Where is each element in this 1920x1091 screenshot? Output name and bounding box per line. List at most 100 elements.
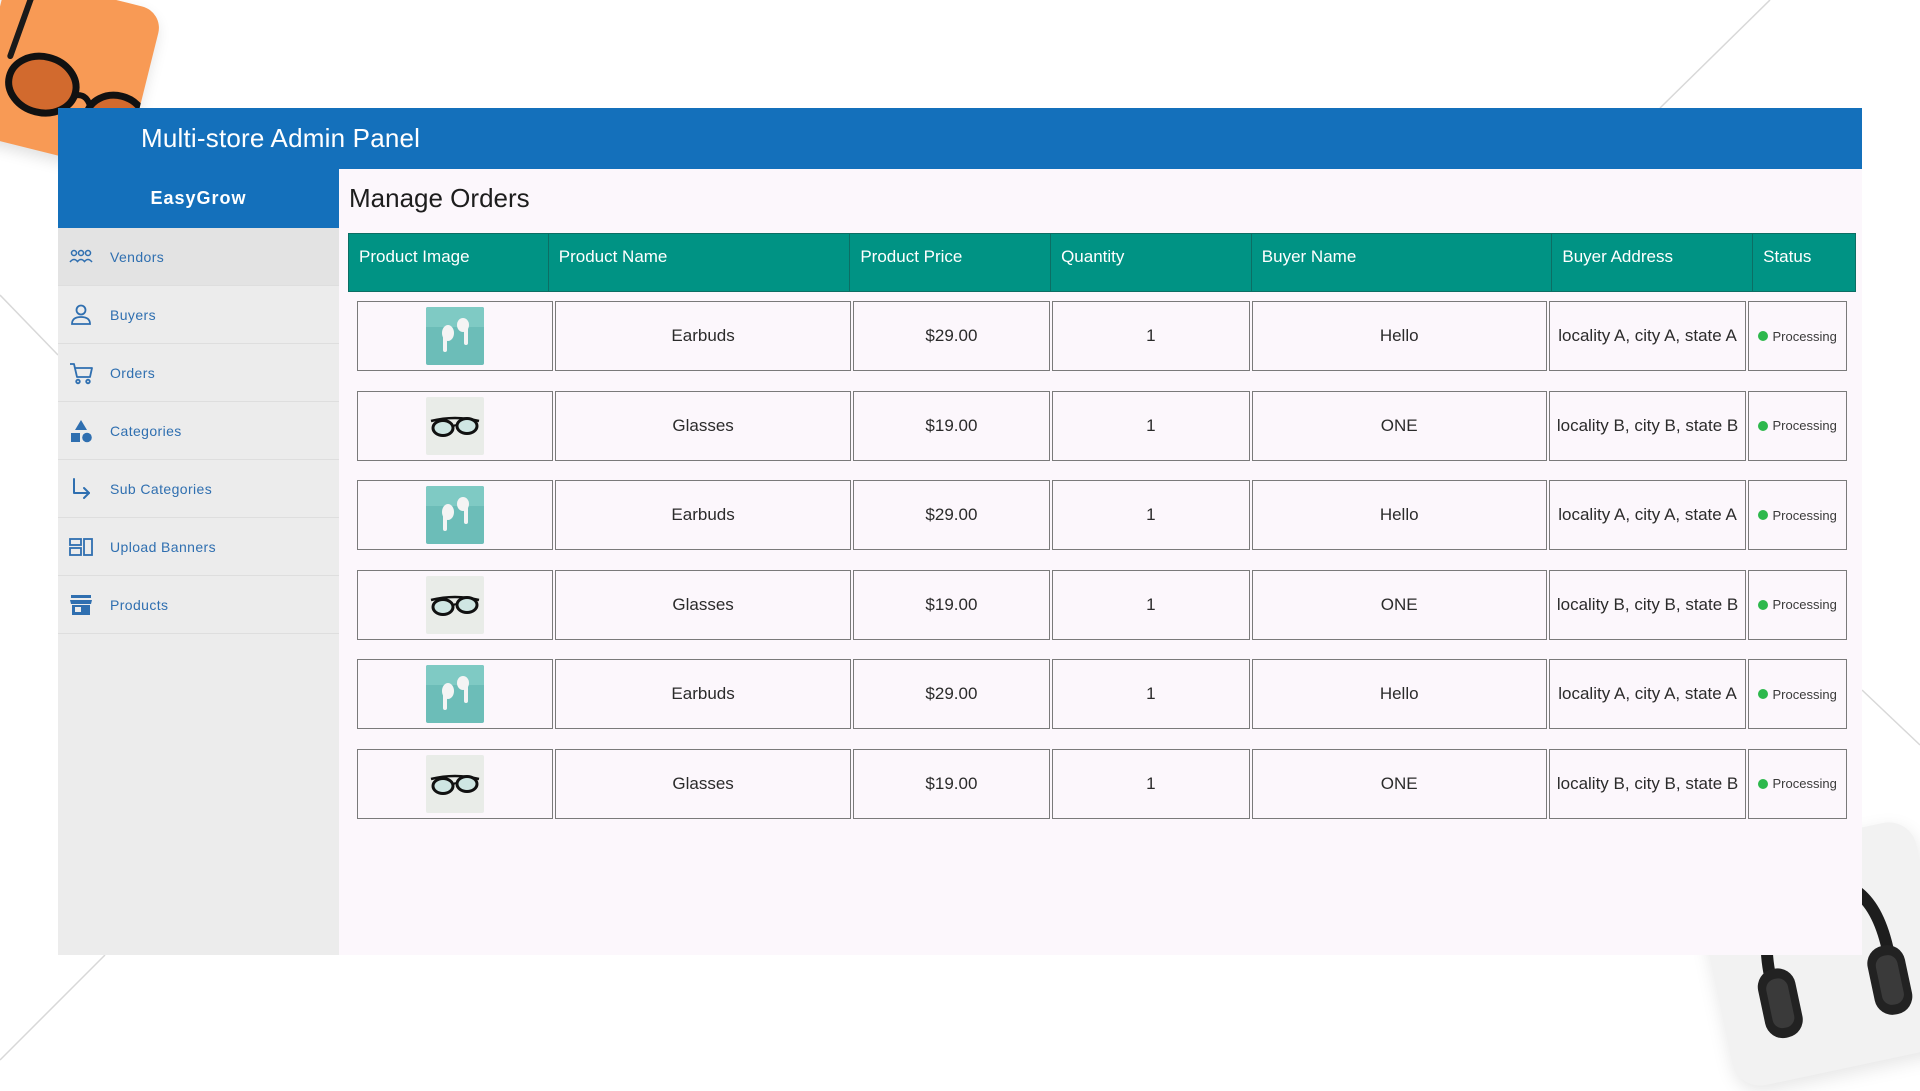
orders-table-body: Earbuds $29.00 1 Hello locality A, city A, s… <box>357 301 1848 839</box>
status-badge: Processing <box>1758 418 1837 434</box>
buyer-name-cell: Hello <box>1251 480 1547 551</box>
sidebar-item-label: Sub Categories <box>110 480 213 497</box>
product-price-cell: $29.00 <box>852 480 1051 551</box>
status-badge: Processing <box>1758 507 1837 523</box>
cart-icon <box>70 362 93 384</box>
table-row[interactable]: Glasses $19.00 1 ONE locality B, city B, sta… <box>357 390 1848 461</box>
app-title: Multi-store Admin Panel <box>141 123 421 153</box>
status-text: Processing <box>1772 328 1837 344</box>
product-image-cell <box>357 659 554 730</box>
buyer-address-cell: locality A, city A, state A <box>1548 480 1747 551</box>
buyer-name-cell: Hello <box>1251 659 1547 730</box>
quantity-cell: 1 <box>1052 301 1250 371</box>
status-text: Processing <box>1772 776 1837 792</box>
earbuds-thumbnail <box>426 307 485 365</box>
table-header: Product Image Product Name Product Price… <box>348 233 1856 292</box>
sidebar-item-products[interactable]: Products <box>58 576 339 634</box>
buyer-address-cell: locality B, city B, state B <box>1548 748 1747 819</box>
banner-icon <box>69 537 93 556</box>
status-dot-icon <box>1758 420 1769 431</box>
brand-name: EasyGrow <box>58 169 339 228</box>
sidebar-item-upload-banners[interactable]: Upload Banners <box>58 518 339 576</box>
quantity-cell: 1 <box>1052 480 1250 551</box>
sidebar-item-orders[interactable]: Orders <box>58 344 339 402</box>
status-cell: Processing <box>1748 480 1848 551</box>
buyer-address-cell: locality B, city B, state B <box>1548 569 1747 640</box>
product-price-cell: $19.00 <box>852 569 1051 640</box>
product-image-cell <box>357 390 554 461</box>
column-header-product-price: Product Price <box>850 234 1052 291</box>
glasses-thumbnail <box>426 396 485 455</box>
main-content: Manage Orders Product Image Product Name… <box>339 169 1862 955</box>
quantity-cell: 1 <box>1052 390 1250 461</box>
status-badge: Processing <box>1758 776 1837 792</box>
status-text: Processing <box>1772 507 1837 523</box>
status-text: Processing <box>1772 686 1837 702</box>
person-icon <box>71 304 91 325</box>
sidebar-item-categories[interactable]: Categories <box>58 402 339 460</box>
earbuds-thumbnail <box>426 486 485 545</box>
product-price-cell: $29.00 <box>852 659 1051 730</box>
product-price-cell: $19.00 <box>852 390 1051 461</box>
status-cell: Processing <box>1748 301 1848 371</box>
status-text: Processing <box>1772 597 1837 613</box>
glasses-thumbnail <box>426 575 485 634</box>
sidebar-item-sub-categories[interactable]: Sub Categories <box>58 460 339 518</box>
product-name-cell: Earbuds <box>555 480 851 551</box>
buyer-address-cell: locality A, city A, state A <box>1548 301 1747 371</box>
column-header-product-image: Product Image <box>349 234 549 291</box>
store-icon <box>70 594 92 615</box>
status-badge: Processing <box>1758 328 1837 344</box>
page-title: Manage Orders <box>349 183 530 213</box>
table-row[interactable]: Earbuds $29.00 1 Hello locality A, city A, s… <box>357 301 1848 371</box>
table-row[interactable]: Earbuds $29.00 1 Hello locality A, city A, s… <box>357 480 1848 551</box>
product-image-cell <box>357 569 554 640</box>
status-cell: Processing <box>1748 569 1848 640</box>
buyer-name-cell: Hello <box>1251 301 1547 371</box>
table-row[interactable]: Earbuds $29.00 1 Hello locality A, city A, s… <box>357 659 1848 730</box>
product-image-cell <box>357 748 554 819</box>
status-dot-icon <box>1758 510 1769 521</box>
buyer-name-cell: ONE <box>1251 390 1547 461</box>
column-header-quantity: Quantity <box>1051 234 1252 291</box>
status-dot-icon <box>1758 778 1769 789</box>
top-app-bar: Multi-store Admin Panel <box>58 108 1862 169</box>
product-name-cell: Glasses <box>555 390 851 461</box>
sidebar-item-vendors[interactable]: Vendors <box>58 228 339 286</box>
quantity-cell: 1 <box>1052 569 1250 640</box>
sidebar-item-label: Categories <box>110 422 182 439</box>
shapes-icon <box>71 419 92 442</box>
status-badge: Processing <box>1758 597 1837 613</box>
sidebar-item-buyers[interactable]: Buyers <box>58 286 339 344</box>
column-header-product-name: Product Name <box>549 234 851 291</box>
product-name-cell: Earbuds <box>555 659 851 730</box>
sidebar-item-label: Vendors <box>110 248 165 265</box>
column-header-buyer-name: Buyer Name <box>1252 234 1553 291</box>
column-header-buyer-address: Buyer Address <box>1552 234 1754 291</box>
status-dot-icon <box>1758 331 1769 341</box>
status-text: Processing <box>1772 418 1837 434</box>
status-badge: Processing <box>1758 686 1837 702</box>
sidebar-item-label: Upload Banners <box>110 538 216 555</box>
status-dot-icon <box>1758 599 1769 610</box>
subdirectory-arrow-icon <box>73 477 90 499</box>
table-row[interactable]: Glasses $19.00 1 ONE locality B, city B, sta… <box>357 748 1848 819</box>
quantity-cell: 1 <box>1052 748 1250 819</box>
status-cell: Processing <box>1748 390 1848 461</box>
sidebar: EasyGrow Vendors Buyers Orders Categorie… <box>58 169 339 955</box>
glasses-thumbnail <box>426 754 485 813</box>
product-price-cell: $19.00 <box>852 748 1051 819</box>
buyer-address-cell: locality B, city B, state B <box>1548 390 1747 461</box>
status-dot-icon <box>1758 689 1769 700</box>
buyer-address-cell: locality A, city A, state A <box>1548 659 1747 730</box>
buyer-name-cell: ONE <box>1251 748 1547 819</box>
column-header-status: Status <box>1763 247 1812 266</box>
earbuds-thumbnail <box>426 665 485 724</box>
admin-app-window: Multi-store Admin Panel EasyGrow Vendors… <box>58 108 1862 955</box>
sidebar-item-label: Buyers <box>110 306 156 323</box>
table-row[interactable]: Glasses $19.00 1 ONE locality B, city B, sta… <box>357 569 1848 640</box>
quantity-cell: 1 <box>1052 659 1250 730</box>
product-image-cell <box>357 480 554 551</box>
sidebar-item-label: Orders <box>110 364 156 381</box>
product-image-cell <box>357 301 554 371</box>
